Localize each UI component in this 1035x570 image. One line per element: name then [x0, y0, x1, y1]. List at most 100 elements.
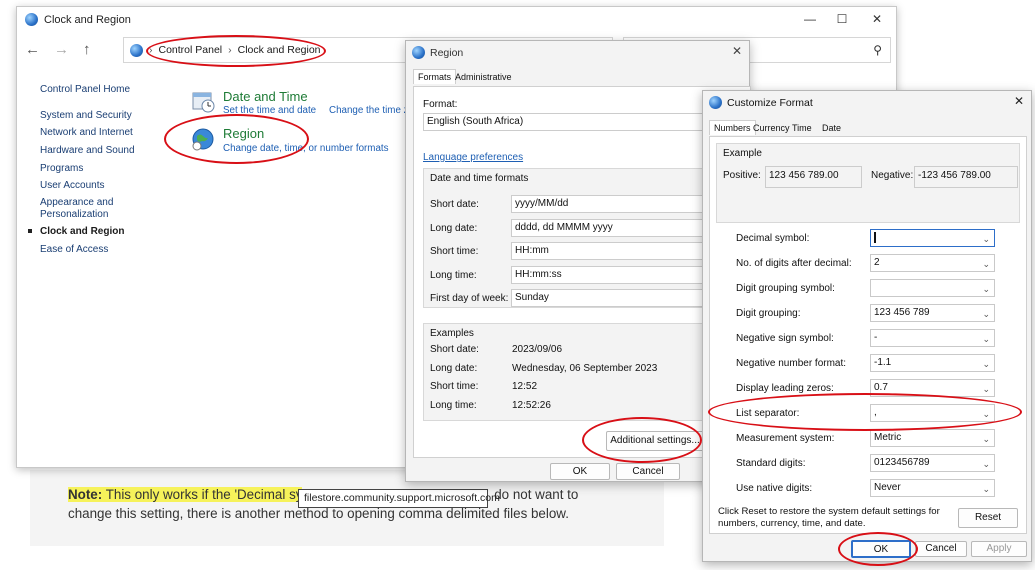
region-cancel-button[interactable]: Cancel — [616, 463, 680, 480]
list-separator-select[interactable]: , ⌄ — [870, 404, 995, 422]
region-close-icon[interactable]: ✕ — [732, 44, 742, 58]
window-title: Clock and Region — [25, 13, 131, 26]
date-time-formats-label: Date and time formats — [430, 173, 529, 184]
chevron-down-icon: ⌄ — [982, 334, 990, 344]
customize-ok-button[interactable]: OK — [851, 540, 911, 558]
native-digits-select[interactable]: Never ⌄ — [870, 479, 995, 497]
tab-administrative[interactable]: Administrative — [451, 70, 516, 84]
customize-dialog-icon — [709, 96, 722, 109]
tab-currency[interactable]: Currency — [749, 121, 794, 135]
digit-grouping-symbol-select[interactable]: ⌄ — [870, 279, 995, 297]
positive-label: Positive: — [723, 170, 761, 181]
negative-sign-value: - — [874, 332, 878, 343]
standard-digits-label: Standard digits: — [736, 458, 806, 469]
chevron-down-icon: ⌄ — [982, 409, 990, 419]
tab-formats[interactable]: Formats — [413, 69, 457, 84]
sidebar-item-user-accounts[interactable]: User Accounts — [40, 180, 104, 191]
native-digits-label: Use native digits: — [736, 483, 813, 494]
region-title[interactable]: Region — [223, 126, 264, 141]
set-time-date-link[interactable]: Set the time and date — [223, 105, 316, 116]
change-time-zone-link[interactable]: Change the time zo — [329, 105, 414, 116]
example-short-time-label: Short time: — [430, 381, 479, 392]
search-icon[interactable]: ⚲ — [873, 43, 882, 57]
tab-time[interactable]: Time — [788, 121, 816, 135]
sidebar-item-appearance[interactable]: Appearance and Personalization — [40, 197, 130, 221]
address-control-panel-icon — [130, 43, 143, 57]
formats-panel: Format: English (South Africa) Language … — [413, 86, 753, 458]
control-panel-icon — [25, 13, 38, 26]
decimal-symbol-select[interactable]: ⌄ — [870, 229, 995, 247]
example-short-time-value: 12:52 — [512, 381, 538, 392]
sidebar-item-ease-of-access[interactable]: Ease of Access — [40, 244, 108, 255]
chevron-down-icon: ⌄ — [982, 459, 990, 469]
chevron-down-icon: ⌄ — [982, 259, 990, 269]
negative-example: -123 456 789.00 — [914, 166, 1018, 188]
minimize-button[interactable]: — — [793, 7, 827, 33]
examples-label: Examples — [430, 328, 474, 339]
customize-dialog-title-text: Customize Format — [727, 96, 813, 109]
sidebar-item-programs[interactable]: Programs — [40, 163, 83, 174]
active-item-bullet — [28, 229, 32, 233]
positive-example: 123 456 789.00 — [765, 166, 862, 188]
forward-arrow-icon[interactable]: → — [54, 41, 69, 58]
digits-after-decimal-value: 2 — [874, 257, 880, 268]
negative-sign-label: Negative sign symbol: — [736, 333, 834, 344]
numbers-panel: Example Positive: 123 456 789.00 Negativ… — [709, 136, 1027, 534]
chevron-down-icon: ⌄ — [982, 234, 990, 244]
standard-digits-select[interactable]: 0123456789 ⌄ — [870, 454, 995, 472]
change-formats-link[interactable]: Change date, time, or number formats — [223, 143, 389, 154]
measurement-system-value: Metric — [874, 432, 902, 443]
digit-grouping-label: Digit grouping: — [736, 308, 801, 319]
breadcrumb-chevron-icon: › — [149, 44, 153, 56]
chevron-down-icon: ⌄ — [982, 284, 990, 294]
language-preferences-link[interactable]: Language preferences — [423, 152, 523, 163]
example-label: Example — [723, 148, 762, 159]
example-short-date-value: 2023/09/06 — [512, 344, 563, 355]
customize-apply-button[interactable]: Apply — [971, 541, 1027, 557]
region-dialog: Region ✕ Formats Administrative Format: … — [405, 40, 753, 482]
customize-format-dialog: Customize Format ✕ Numbers Currency Time… — [702, 90, 1032, 562]
sidebar-item-system-security[interactable]: System and Security — [40, 110, 132, 121]
reset-button[interactable]: Reset — [958, 508, 1018, 528]
maximize-button[interactable]: ☐ — [825, 7, 859, 33]
sidebar-item-hardware[interactable]: Hardware and Sound — [40, 145, 135, 156]
date-time-icon — [191, 89, 215, 113]
format-label: Format: — [423, 99, 458, 110]
measurement-system-select[interactable]: Metric ⌄ — [870, 429, 995, 447]
leading-zeros-label: Display leading zeros: — [736, 383, 834, 394]
example-long-time-label: Long time: — [430, 400, 477, 411]
example-group: Example Positive: 123 456 789.00 Negativ… — [716, 143, 1020, 223]
breadcrumb-chevron-icon: › — [228, 44, 232, 56]
negative-sign-select[interactable]: - ⌄ — [870, 329, 995, 347]
region-dialog-title-text: Region — [430, 46, 464, 59]
region-dialog-icon — [412, 46, 425, 59]
short-date-label: Short date: — [430, 199, 479, 210]
example-long-date-value: Wednesday, 06 September 2023 — [512, 363, 658, 374]
sidebar-item-clock-region[interactable]: Clock and Region — [40, 226, 124, 237]
up-arrow-icon[interactable]: ↑ — [83, 41, 91, 58]
negative-number-format-label: Negative number format: — [736, 358, 847, 369]
digits-after-decimal-label: No. of digits after decimal: — [736, 258, 852, 269]
sidebar-control-panel-home[interactable]: Control Panel Home — [40, 84, 130, 95]
negative-number-format-select[interactable]: -1.1 ⌄ — [870, 354, 995, 372]
short-time-label: Short time: — [430, 246, 479, 257]
standard-digits-value: 0123456789 — [874, 457, 930, 468]
region-ok-button[interactable]: OK — [550, 463, 610, 480]
additional-settings-button[interactable]: Additional settings... — [606, 431, 704, 451]
customize-cancel-button[interactable]: Cancel — [915, 541, 967, 557]
breadcrumb-clock-and-region[interactable]: Clock and Region — [238, 44, 321, 56]
back-arrow-icon[interactable]: ← — [25, 41, 40, 58]
digit-grouping-select[interactable]: 123 456 789 ⌄ — [870, 304, 995, 322]
customize-close-icon[interactable]: ✕ — [1014, 94, 1024, 108]
close-button[interactable]: ✕ — [860, 7, 894, 33]
chevron-down-icon: ⌄ — [982, 384, 990, 394]
sidebar-item-network[interactable]: Network and Internet — [40, 127, 133, 138]
breadcrumb-control-panel[interactable]: Control Panel — [159, 44, 223, 56]
note-text-start: This only works if the 'Decimal sy — [102, 487, 303, 502]
date-time-title[interactable]: Date and Time — [223, 89, 308, 104]
tab-date[interactable]: Date — [818, 121, 845, 135]
digits-after-decimal-select[interactable]: 2 ⌄ — [870, 254, 995, 272]
url-tooltip: filestore.community.support.microsoft.co… — [298, 489, 500, 508]
digit-grouping-value: 123 456 789 — [874, 307, 930, 318]
leading-zeros-select[interactable]: 0.7 ⌄ — [870, 379, 995, 397]
